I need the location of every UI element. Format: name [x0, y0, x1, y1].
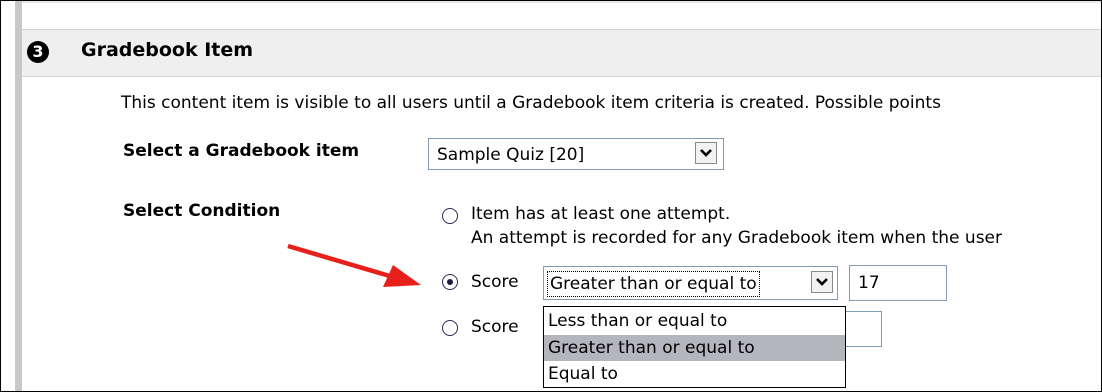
- red-arrow-icon: [287, 243, 421, 287]
- gradebook-item-panel: 3 Gradebook Item This content item is vi…: [0, 0, 1102, 392]
